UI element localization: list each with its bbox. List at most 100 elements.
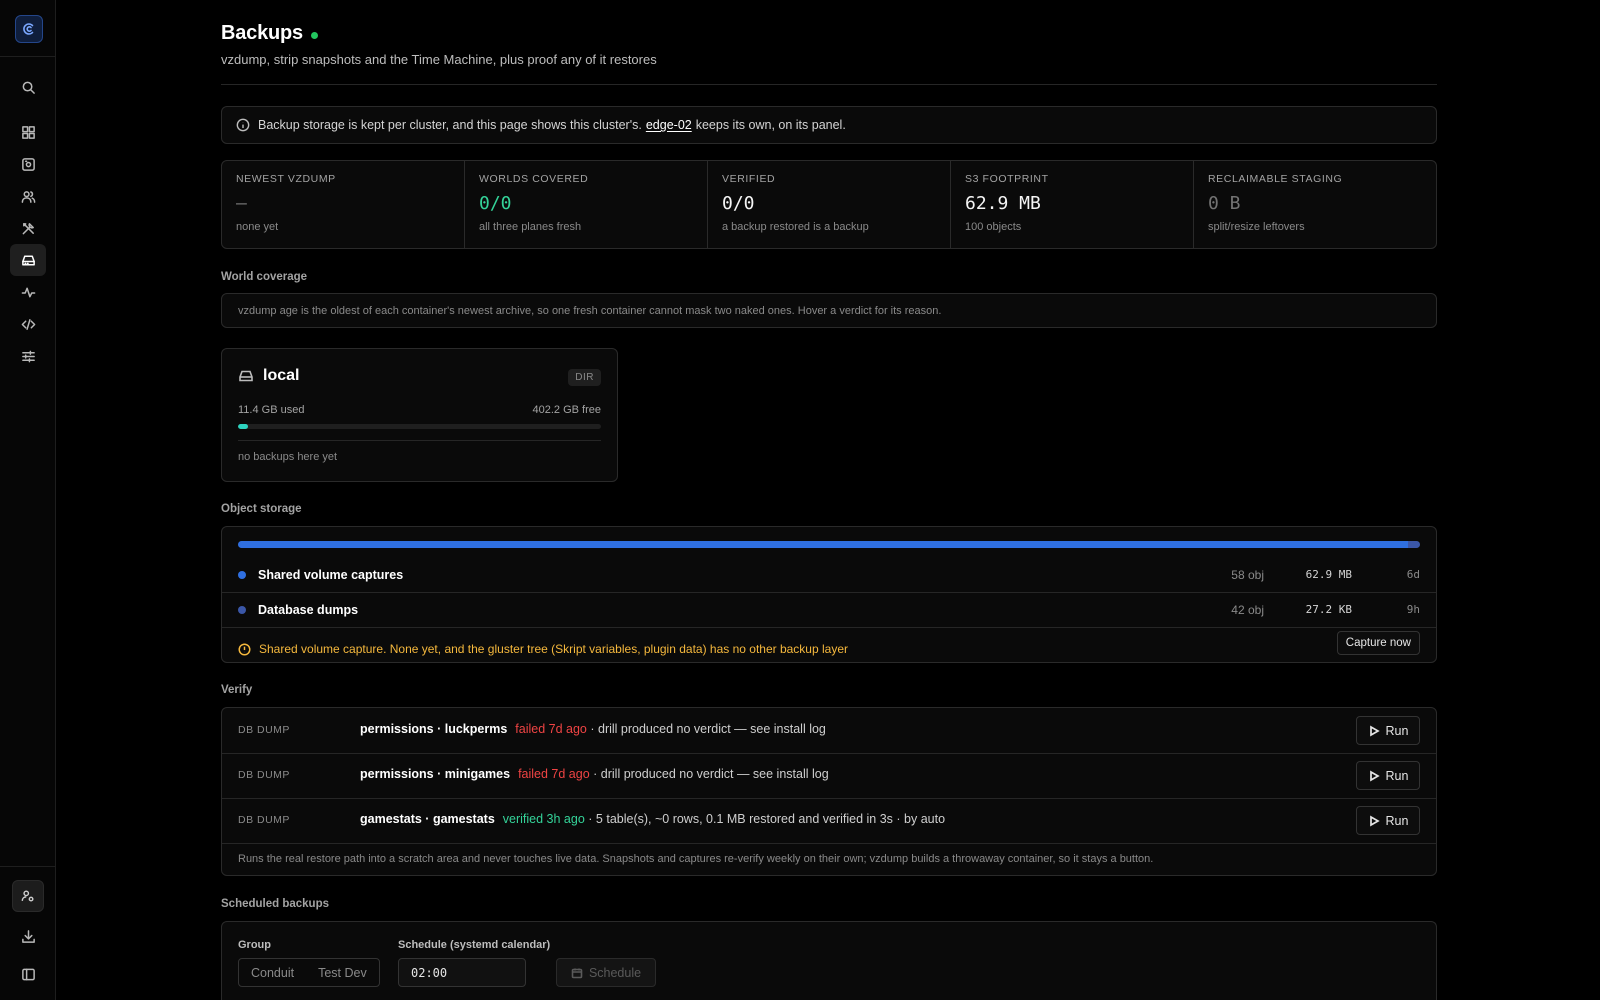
activity-icon [21, 287, 35, 297]
run-button[interactable]: Run [1356, 716, 1420, 745]
verify-row: DB DUMP permissions · minigames failed 7d… [222, 753, 1436, 798]
section-world-coverage: World coverage [221, 271, 308, 283]
storage-used: 11.4 GB used [238, 404, 305, 416]
object-row-dumps[interactable]: Database dumps 42 obj 27.2 KB 9h [222, 592, 1436, 627]
capture-now-button[interactable]: Capture now [1336, 631, 1420, 655]
stat-s3-footprint: S3 FOOTPRINT 62.9 MB 100 objects [951, 161, 1194, 248]
sidebar-toggle-icon [21, 968, 35, 980]
run-label: Run [1385, 768, 1409, 783]
play-icon [1369, 770, 1380, 781]
verify-type: DB DUMP [238, 814, 290, 826]
verify-name: gamestats · gamestats [360, 812, 495, 826]
calendar-icon [571, 968, 583, 978]
warning-icon [238, 642, 251, 656]
info-icon [236, 118, 250, 132]
schedule-button[interactable]: Schedule [556, 958, 656, 987]
stat-value: 0 B [1208, 193, 1241, 214]
stat-label: S3 FOOTPRINT [965, 173, 1049, 185]
stat-value: 0/0 [722, 193, 755, 214]
stat-label: VERIFIED [722, 173, 776, 185]
notice-text-before: Backup storage is kept per cluster, and … [258, 118, 642, 132]
stat-sub: a backup restored is a backup [722, 221, 869, 233]
object-row-count: 42 obj [1231, 602, 1264, 617]
nav-dashboard[interactable] [10, 116, 46, 148]
verify-row: DB DUMP permissions · luckperms failed 7d… [222, 708, 1436, 753]
group-selector: Conduit Test Dev [238, 958, 380, 987]
object-storage-segment-dumps [1408, 541, 1420, 548]
download-icon [21, 929, 35, 943]
nav-code[interactable] [10, 308, 46, 340]
storage-empty-text: no backups here yet [238, 451, 338, 463]
search-icon [22, 81, 35, 94]
object-row-name: Shared volume captures [258, 567, 404, 582]
download-button[interactable] [10, 920, 46, 952]
nav-servers[interactable] [10, 148, 46, 180]
dashboard-icon [21, 125, 35, 139]
object-row-captures[interactable]: Shared volume captures 58 obj 62.9 MB 6d [222, 557, 1436, 592]
object-storage-segment-captures [238, 541, 1409, 548]
storage-name: local [263, 367, 300, 384]
play-icon [1369, 725, 1380, 736]
run-button[interactable]: Run [1356, 806, 1420, 835]
nav-settings[interactable] [10, 340, 46, 372]
nav-search[interactable] [10, 71, 46, 103]
stat-sub: 100 objects [965, 221, 1022, 233]
verify-detail: · drill produced no verdict — see instal… [593, 767, 829, 781]
verify-type: DB DUMP [238, 769, 290, 781]
object-storage-bar [238, 541, 1420, 548]
verify-name: permissions · minigames [360, 767, 511, 781]
nav-tools[interactable] [10, 212, 46, 244]
verify-text: permissions · luckperms failed 7d ago · d… [360, 722, 826, 736]
group-option[interactable]: Test Dev [306, 966, 379, 980]
series-dot [238, 605, 246, 614]
verify-text: permissions · minigames failed 7d ago · d… [360, 767, 829, 781]
storage-card-divider [238, 440, 601, 441]
play-icon [1369, 815, 1380, 826]
run-label: Run [1385, 723, 1409, 738]
coverage-note: vzdump age is the oldest of each contain… [221, 293, 1437, 328]
run-button[interactable]: Run [1356, 761, 1420, 790]
sliders-icon [21, 350, 35, 362]
verify-status: verified 3h ago [502, 812, 585, 826]
verify-footer: Runs the real restore path into a scratc… [238, 853, 1154, 865]
users-icon [21, 190, 35, 203]
verify-type: DB DUMP [238, 724, 290, 736]
object-row-count: 58 obj [1231, 567, 1264, 582]
stat-value: 0/0 [479, 193, 512, 214]
nav-users[interactable] [10, 180, 46, 212]
notice-text-after: keeps its own, on its panel. [695, 118, 846, 132]
object-storage-warning: Shared volume capture. None yet, and the… [238, 642, 848, 656]
object-row-age: 9h [1406, 603, 1420, 616]
stat-newest-vzdump: NEWEST VZDUMP — none yet [222, 161, 465, 248]
stat-verified: VERIFIED 0/0 a backup restored is a back… [708, 161, 951, 248]
stat-worlds-covered: WORLDS COVERED 0/0 all three planes fres… [465, 161, 708, 248]
stat-label: NEWEST VZDUMP [236, 173, 336, 185]
sidebar-divider [0, 56, 56, 57]
section-scheduled-backups: Scheduled backups [221, 898, 330, 910]
nav-backups[interactable] [10, 244, 46, 276]
account-button[interactable] [12, 880, 44, 912]
app-logo[interactable] [15, 15, 43, 43]
stat-label: RECLAIMABLE STAGING [1208, 173, 1343, 185]
logo-icon [23, 23, 34, 35]
schedule-label: Schedule [588, 965, 642, 980]
calendar-input[interactable]: 02:00 [398, 958, 526, 987]
object-storage-panel: Shared volume captures 58 obj 62.9 MB 6d… [221, 526, 1437, 663]
object-row-age: 6d [1406, 568, 1420, 581]
stat-sub: none yet [236, 221, 279, 233]
stats-strip: NEWEST VZDUMP — none yet WORLDS COVERED … [221, 160, 1437, 249]
cluster-link[interactable]: edge-02 [646, 118, 692, 132]
storage-card-local[interactable]: local DIR 11.4 GB used 402.2 GB free no … [221, 348, 618, 482]
server-icon [21, 157, 35, 171]
hard-drive-icon [21, 255, 35, 265]
user-cog-icon [21, 890, 34, 902]
verify-row: DB DUMP gamestats · gamestats verified 3h… [222, 798, 1436, 843]
nav-activity[interactable] [10, 276, 46, 308]
object-row-size: 27.2 KB [1305, 603, 1352, 616]
storage-card-head: local [238, 367, 299, 385]
run-label: Run [1385, 813, 1409, 828]
verify-detail: · 5 table(s), ~0 rows, 0.1 MB restored a… [588, 812, 946, 826]
calendar-label: Schedule (systemd calendar) [398, 939, 551, 951]
group-option[interactable]: Conduit [239, 966, 306, 980]
sidebar-toggle-button[interactable] [10, 958, 46, 990]
